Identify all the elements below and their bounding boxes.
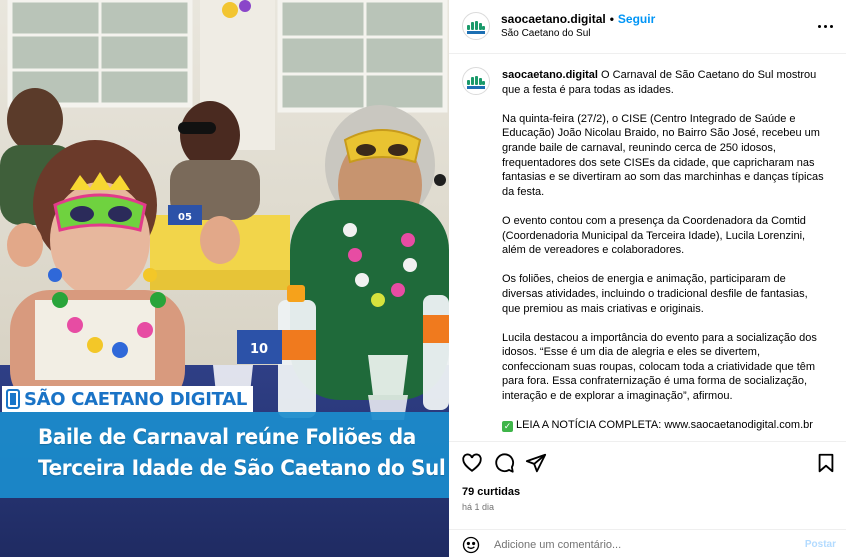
- comment-icon[interactable]: [493, 452, 515, 474]
- check-mark-icon: ✓: [502, 421, 513, 433]
- likes-count[interactable]: 79 curtidas: [462, 486, 520, 498]
- post-headline: Baile de Carnaval reúne Foliões da Terce…: [0, 412, 449, 498]
- post-timestamp[interactable]: há 1 dia: [462, 502, 494, 512]
- share-icon[interactable]: [525, 452, 547, 474]
- location-link[interactable]: São Caetano do Sul: [501, 28, 591, 39]
- caption-paragraph: Lucila destacou a importância do evento …: [502, 331, 817, 403]
- action-bar: [449, 441, 846, 481]
- follow-button[interactable]: Seguir: [618, 12, 655, 26]
- avatar-logo-icon: [467, 76, 485, 85]
- comment-bar: Postar: [449, 529, 846, 557]
- post-header: saocaetano.digital • Seguir São Caetano do…: [449, 0, 846, 54]
- caption-area: saocaetano.digital O Carnaval de São Cae…: [449, 55, 846, 441]
- emoji-icon[interactable]: [462, 536, 480, 554]
- table-card-05: 05: [178, 212, 192, 223]
- caption-paragraph: Os foliões, cheios de energia e animação…: [502, 273, 808, 315]
- header-username[interactable]: saocaetano.digital: [501, 12, 606, 26]
- table-card-10: 10: [250, 342, 268, 357]
- bookmark-icon[interactable]: [815, 452, 837, 474]
- separator-dot: •: [609, 12, 614, 26]
- caption-text: saocaetano.digital O Carnaval de São Cae…: [502, 68, 826, 441]
- brand-logo-text: SÃO CAETANO DIGITAL: [24, 388, 248, 410]
- header-user-line: saocaetano.digital • Seguir: [501, 12, 655, 26]
- avatar-logo-icon: [467, 21, 485, 30]
- caption-cta: ✓ LEIA A NOTÍCIA COMPLETA: www.saocaetano…: [502, 418, 826, 433]
- caption-cta-text[interactable]: LEIA A NOTÍCIA COMPLETA: www.saocaetanod…: [516, 419, 813, 431]
- more-horizontal-icon[interactable]: [811, 12, 839, 40]
- heart-icon[interactable]: [461, 452, 483, 474]
- headline-line-2: Terceira Idade de São Caetano do Sul: [38, 456, 446, 481]
- post-details-panel: saocaetano.digital • Seguir São Caetano do…: [449, 0, 846, 557]
- caption-intro: saocaetano.digital O Carnaval de São Cae…: [502, 68, 826, 97]
- brand-logo-icon: [6, 389, 20, 409]
- caption-paragraph: O evento contou com a presença da Coorde…: [502, 214, 806, 257]
- comment-input[interactable]: [494, 537, 794, 553]
- caption-username[interactable]: saocaetano.digital: [502, 69, 598, 81]
- avatar[interactable]: [462, 12, 490, 40]
- caption-avatar[interactable]: [462, 67, 490, 95]
- headline-line-1: Baile de Carnaval reúne Foliões da: [38, 425, 416, 450]
- caption-paragraph: Na quinta-feira (27/2), o CISE (Centro I…: [502, 112, 824, 198]
- post-image[interactable]: 05 10 SÃO CAETANO DIGITAL Baile de Carna…: [0, 0, 449, 557]
- brand-logo-bar: SÃO CAETANO DIGITAL: [2, 386, 254, 412]
- post-comment-button[interactable]: Postar: [805, 539, 836, 550]
